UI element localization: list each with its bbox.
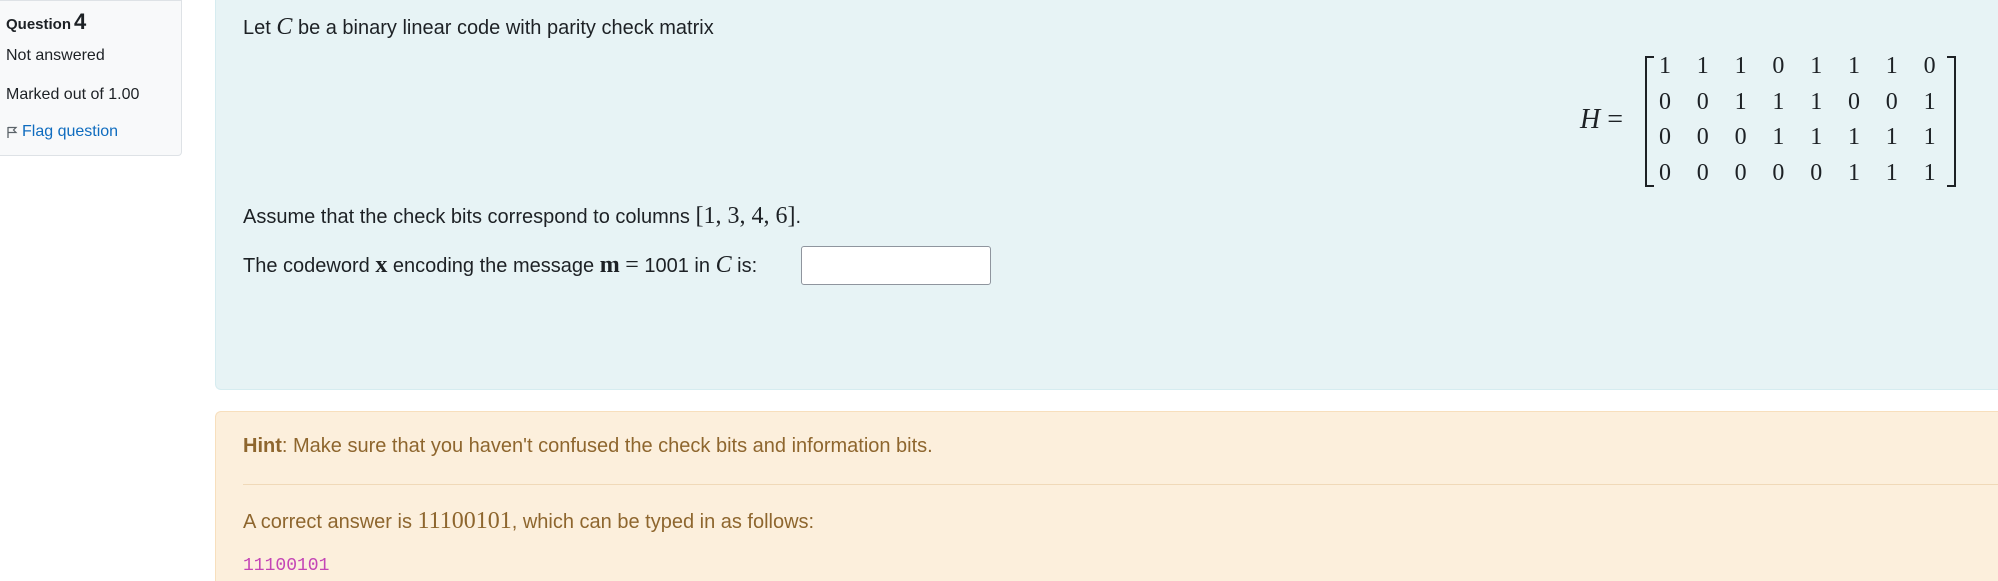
question-grade: Marked out of 1.00 bbox=[6, 86, 140, 103]
matrix-cell: 0 bbox=[1772, 159, 1785, 186]
matrix-cell: 0 bbox=[1659, 159, 1671, 186]
matrix-cell: 1 bbox=[1734, 88, 1747, 115]
matrix-cell: 1 bbox=[1659, 53, 1671, 79]
hint-label: Hint bbox=[243, 435, 282, 457]
matrix-cell: 1 bbox=[1810, 88, 1823, 115]
codeword-symbol: x bbox=[375, 252, 388, 278]
in-text: in bbox=[694, 255, 710, 277]
question-label: Question bbox=[6, 16, 72, 33]
feedback-divider bbox=[243, 484, 1998, 485]
matrix-cell: 1 bbox=[1923, 88, 1936, 115]
question-number-value: 4 bbox=[74, 9, 87, 34]
hint-text: : Make sure that you haven't confused th… bbox=[281, 435, 933, 457]
matrix-cell: 1 bbox=[1772, 124, 1785, 150]
matrix-cell: 1 bbox=[1848, 124, 1860, 150]
intro-post-text: be a binary linear code with parity chec… bbox=[297, 17, 714, 39]
specific-feedback: Hint: Make sure that you haven't confuse… bbox=[215, 411, 1998, 581]
assume-statement: Assume that the check bits correspond to… bbox=[243, 203, 801, 230]
codeword-mid-text: encoding the message bbox=[392, 255, 595, 277]
hint: Hint: Make sure that you haven't confuse… bbox=[243, 435, 933, 458]
is-text: is: bbox=[737, 255, 758, 277]
message-symbol: m bbox=[599, 252, 620, 278]
question-intro: Let C be a binary linear code with parit… bbox=[243, 14, 714, 41]
code-symbol-2: C bbox=[715, 252, 732, 278]
matrix-cell: 1 bbox=[1848, 159, 1860, 186]
message-equals: = bbox=[625, 252, 639, 278]
answer-pre-text: A correct answer is bbox=[243, 511, 412, 533]
correct-answer-value: 11100101 bbox=[417, 508, 512, 534]
matrix-cell: 1 bbox=[1923, 159, 1936, 186]
codeword-pre-text: The codeword bbox=[243, 255, 370, 277]
matrix-cell: 1 bbox=[1885, 124, 1898, 150]
matrix-cell: 0 bbox=[1696, 88, 1709, 115]
matrix-cell: 1 bbox=[1810, 124, 1823, 150]
matrix-cell: 1 bbox=[1923, 124, 1936, 150]
question-number: Question 4 bbox=[6, 9, 86, 35]
assume-post-text: . bbox=[795, 206, 801, 228]
answer-post-text: , which can be typed in as follows: bbox=[511, 511, 815, 533]
correct-answer: A correct answer is 11100101, which can … bbox=[243, 508, 814, 535]
matrix-label: H = bbox=[1580, 104, 1623, 136]
matrix-cell: 0 bbox=[1923, 53, 1936, 79]
matrix-name: H bbox=[1580, 104, 1601, 135]
typed-answer: 11100101 bbox=[243, 556, 330, 576]
matrix-cell: 1 bbox=[1848, 53, 1860, 79]
matrix-cell: 0 bbox=[1696, 159, 1709, 186]
matrix-cell: 0 bbox=[1885, 88, 1898, 115]
matrix-cell: 0 bbox=[1810, 159, 1823, 186]
matrix-cell: 1 bbox=[1885, 159, 1898, 186]
question-info-panel: Question 4 Not answered Marked out of 1.0… bbox=[0, 0, 182, 156]
matrix-cell: 0 bbox=[1659, 124, 1671, 150]
matrix-cell: 0 bbox=[1659, 88, 1671, 115]
matrix-cell: 0 bbox=[1734, 124, 1747, 150]
flag-icon bbox=[6, 123, 22, 140]
answer-input[interactable] bbox=[801, 246, 991, 285]
message-value: 1001 bbox=[644, 255, 689, 277]
matrix-cell: 1 bbox=[1772, 88, 1785, 115]
matrix-cell: 1 bbox=[1885, 53, 1898, 79]
matrix-cell: 1 bbox=[1734, 53, 1747, 79]
matrix-right-bracket bbox=[1947, 56, 1956, 187]
intro-pre-text: Let bbox=[243, 17, 271, 39]
matrix-cell: 0 bbox=[1848, 88, 1860, 115]
matrix-cell: 0 bbox=[1772, 53, 1785, 79]
flag-question-link[interactable]: Flag question bbox=[6, 123, 118, 141]
check-columns: [1, 3, 4, 6] bbox=[695, 203, 796, 229]
flag-question-label: Flag question bbox=[22, 123, 119, 140]
code-symbol: C bbox=[276, 14, 293, 40]
matrix-equals: = bbox=[1607, 104, 1624, 135]
matrix-cell: 1 bbox=[1696, 53, 1709, 79]
matrix-cell: 0 bbox=[1696, 124, 1709, 150]
matrix-cell: 1 bbox=[1810, 53, 1823, 79]
assume-pre-text: Assume that the check bits correspond to… bbox=[243, 206, 690, 228]
codeword-statement: The codeword x encoding the message m = … bbox=[243, 252, 757, 279]
question-state: Not answered bbox=[6, 47, 105, 64]
matrix-cell: 0 bbox=[1734, 159, 1747, 186]
